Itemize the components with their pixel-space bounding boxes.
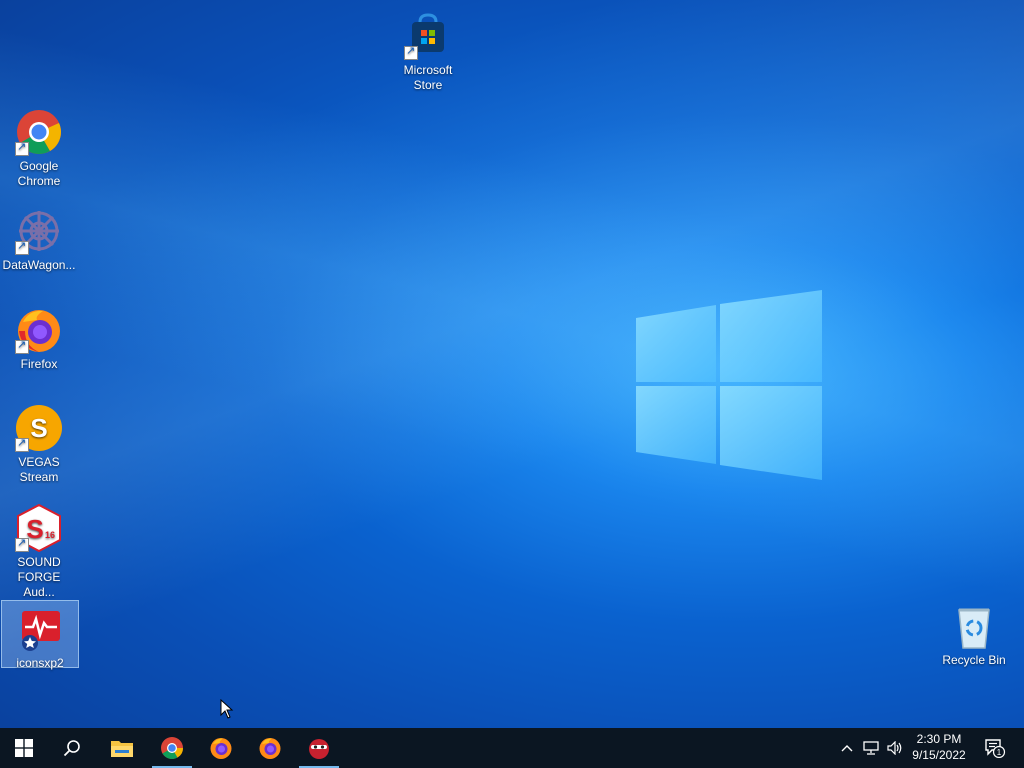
icon-label: VEGAS Stream: [18, 455, 60, 484]
taskbar: 2:30 PM 9/15/2022 1: [0, 728, 1024, 768]
shortcut-arrow-icon: [15, 436, 29, 452]
clock-date: 9/15/2022: [912, 748, 966, 762]
start-button[interactable]: [0, 728, 48, 768]
desktop-icon-vegas-stream[interactable]: S VEGAS Stream: [1, 400, 77, 485]
shortcut-arrow-icon: [15, 140, 29, 156]
taskbar-chrome[interactable]: [148, 728, 196, 768]
taskbar-firefox-2[interactable]: [246, 728, 294, 768]
firefox-icon: [259, 738, 281, 759]
icon-label: Google Chrome: [17, 159, 61, 188]
windows-logo-wallpaper: [636, 290, 822, 480]
chevron-up-icon: [841, 745, 853, 752]
notification-icon: 1: [985, 739, 1006, 758]
show-hidden-icons-button[interactable]: [838, 728, 856, 768]
taskbar-firefox[interactable]: [197, 728, 245, 768]
microsoft-store-icon: [404, 12, 452, 60]
shortcut-arrow-icon: [404, 44, 418, 60]
search-icon: [63, 740, 80, 757]
vegas-stream-icon: S: [15, 404, 63, 452]
chrome-icon: [161, 737, 183, 759]
desktop-icon-sound-forge[interactable]: S 16 SOUND FORGE Aud...: [1, 500, 77, 600]
desktop-icon-recycle-bin[interactable]: Recycle Bin: [936, 598, 1012, 668]
sound-forge-icon: S 16: [15, 503, 63, 553]
shortcut-arrow-icon: [15, 239, 29, 255]
desktop-icon-microsoft-store[interactable]: Microsoft Store: [390, 8, 466, 93]
recycle-bin-icon: [950, 602, 998, 650]
shortcut-arrow-icon: [15, 536, 29, 552]
firefox-icon: [210, 738, 232, 759]
chrome-icon: [15, 108, 63, 156]
desktop-icon-datawagon[interactable]: DataWagon...: [1, 203, 77, 273]
datawagon-icon: [15, 207, 63, 255]
search-button[interactable]: [48, 728, 96, 768]
shortcut-arrow-icon: [15, 338, 29, 354]
action-center-button[interactable]: 1: [978, 728, 1012, 768]
desktop[interactable]: Microsoft Store Google Chrome: [0, 0, 1024, 728]
iconsxp2-icon: [16, 605, 64, 653]
clock[interactable]: 2:30 PM 9/15/2022: [908, 731, 970, 763]
desktop-icon-google-chrome[interactable]: Google Chrome: [1, 104, 77, 189]
wallpaper-light-beam-lower: [0, 0, 1024, 728]
volume-button[interactable]: [884, 728, 906, 768]
file-explorer-icon: [111, 741, 133, 757]
desktop-icon-iconsxp2[interactable]: iconsxp2: [1, 600, 79, 670]
icon-label: Microsoft Store: [403, 63, 453, 92]
icon-label: Recycle Bin: [942, 653, 1006, 667]
firefox-icon: [15, 306, 63, 354]
clock-time: 2:30 PM: [916, 732, 962, 746]
taskbar-file-explorer[interactable]: [98, 728, 146, 768]
start-icon: [15, 739, 33, 757]
mouse-cursor-icon: [220, 699, 234, 719]
volume-icon: [887, 741, 902, 755]
svg-text:16: 16: [45, 530, 55, 540]
network-icon: [863, 741, 879, 755]
taskbar-app[interactable]: [295, 728, 343, 768]
icon-label: SOUND FORGE Aud...: [17, 555, 61, 599]
icon-label: DataWagon...: [2, 258, 76, 272]
icon-label: Firefox: [20, 357, 58, 371]
notification-count-badge: 1: [997, 748, 1002, 757]
app-icon: [309, 739, 329, 759]
svg-text:S: S: [30, 413, 47, 443]
network-button[interactable]: [860, 728, 882, 768]
desktop-icon-firefox[interactable]: Firefox: [1, 302, 77, 372]
icon-label: iconsxp2: [16, 656, 64, 670]
